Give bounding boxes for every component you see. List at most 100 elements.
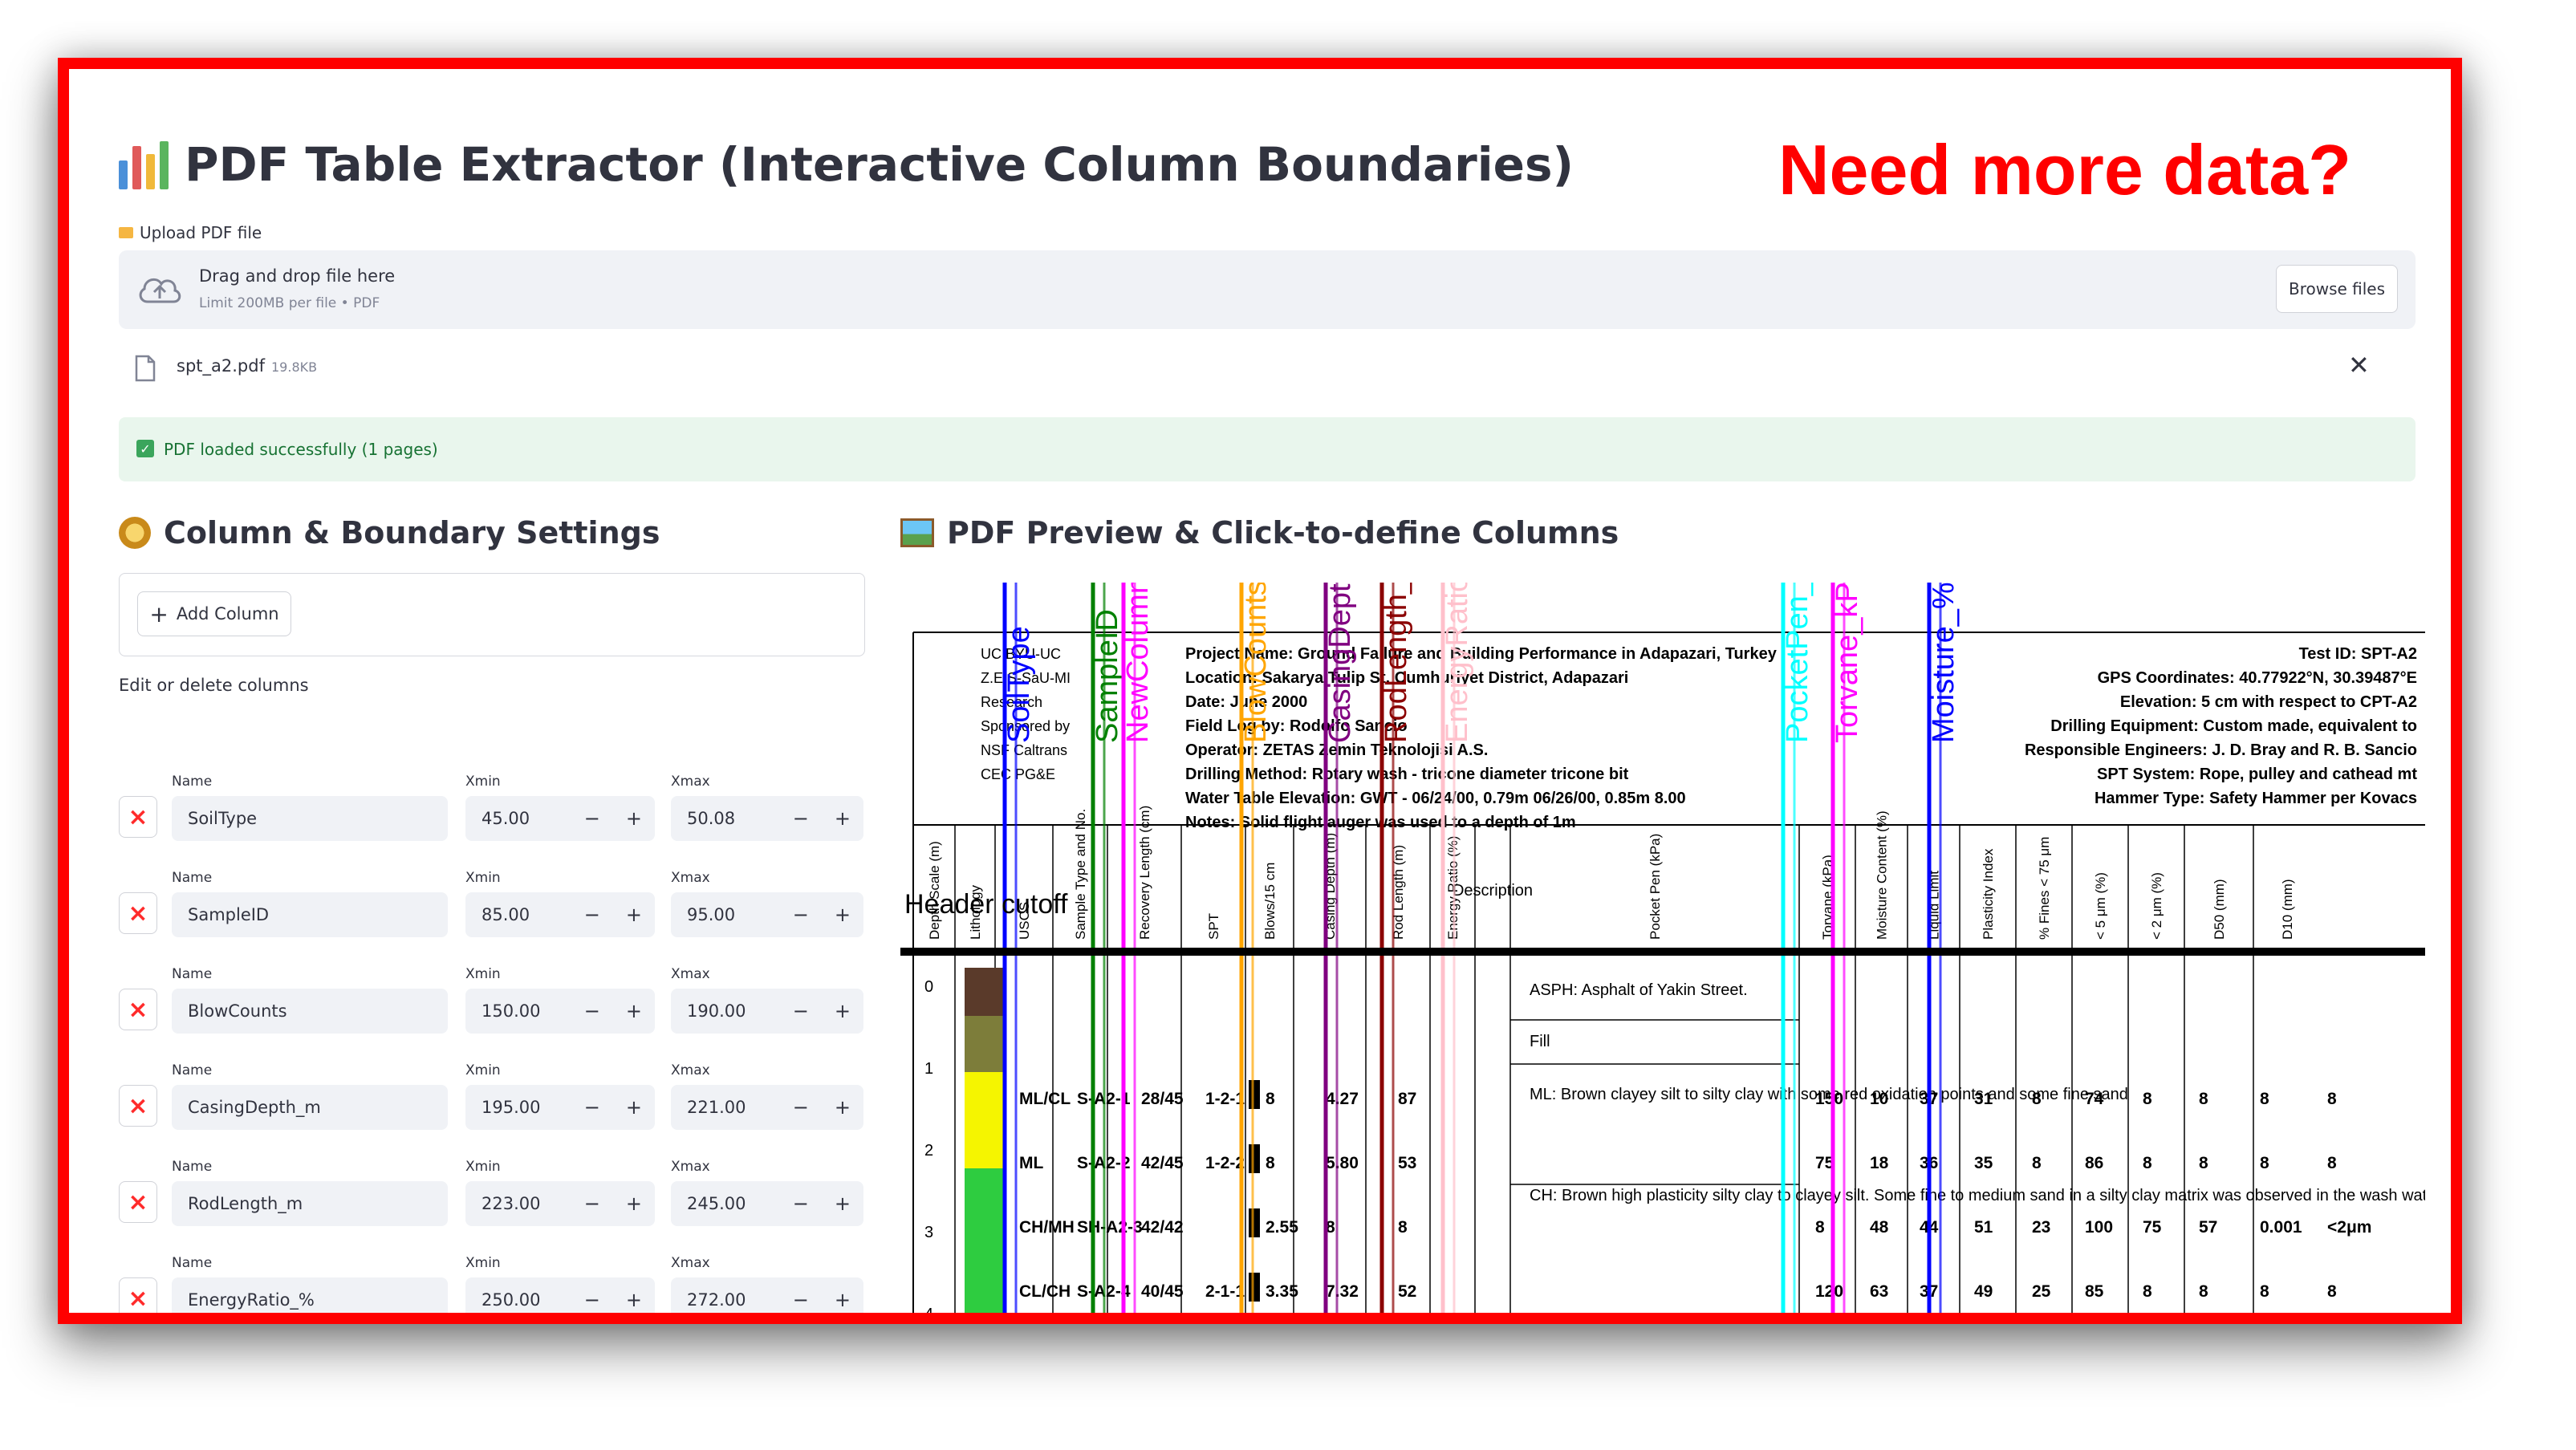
xmax-number-input[interactable]: 245.00 − +	[671, 1181, 863, 1226]
increment-button[interactable]: +	[835, 1289, 851, 1311]
pdf-header-left-text: NSF Caltrans	[981, 742, 1067, 758]
column-name-input[interactable]: RodLength_m	[172, 1181, 448, 1226]
decrement-button[interactable]: −	[584, 1000, 600, 1022]
increment-button[interactable]: +	[626, 1096, 642, 1119]
table-cell: 85	[2085, 1282, 2104, 1301]
increment-button[interactable]: +	[835, 1192, 851, 1215]
name-label: Name	[172, 870, 213, 886]
table-cell: 8	[2260, 1154, 2269, 1172]
file-dropzone[interactable]: Drag and drop file here Limit 200MB per …	[119, 250, 2416, 329]
xmax-value: 50.08	[687, 809, 736, 828]
decrement-button[interactable]: −	[584, 904, 600, 926]
table-cell: 52	[1398, 1282, 1416, 1301]
xmax-number-input[interactable]: 190.00 − +	[671, 989, 863, 1034]
column-name-input[interactable]: SampleID	[172, 892, 448, 937]
pdf-header-right-text: Responsible Engineers: J. D. Bray and R.…	[2025, 741, 2417, 759]
decrement-button[interactable]: −	[584, 1289, 600, 1311]
xmin-label: Xmin	[465, 870, 501, 886]
delete-column-button[interactable]: ×	[119, 892, 157, 934]
xmax-number-input[interactable]: 50.08 − +	[671, 796, 863, 841]
delete-column-button[interactable]: ×	[119, 989, 157, 1030]
pdf-header-right-text: SPT System: Rope, pulley and cathead mt	[2097, 766, 2417, 783]
table-cell: 8	[2199, 1154, 2208, 1172]
xmin-number-input[interactable]: 195.00 − +	[465, 1085, 655, 1130]
header-cutoff-line[interactable]	[900, 948, 2425, 956]
xmax-number-input[interactable]: 272.00 − +	[671, 1277, 863, 1313]
compass-icon	[119, 517, 151, 549]
xmin-number-input[interactable]: 223.00 − +	[465, 1181, 655, 1226]
xmax-number-input[interactable]: 221.00 − +	[671, 1085, 863, 1130]
table-header-cell: % Fines < 75 μm	[2037, 837, 2052, 940]
pdf-header-left-text: CEC PG&E	[981, 766, 1055, 782]
column-boundary-label: SampleID	[1091, 609, 1124, 743]
soil-description: ML: Brown clayey silt to silty clay with…	[1530, 1086, 2128, 1103]
decrement-button[interactable]: −	[584, 807, 600, 830]
close-icon: ×	[128, 1091, 148, 1120]
lithology-clay	[965, 1168, 1003, 1313]
decrement-button[interactable]: −	[584, 1192, 600, 1215]
xmin-value: 195.00	[481, 1098, 541, 1117]
decrement-button[interactable]: −	[793, 904, 809, 926]
increment-button[interactable]: +	[626, 1000, 642, 1022]
column-name-input[interactable]: EnergyRatio_%	[172, 1277, 448, 1313]
increment-button[interactable]: +	[626, 1289, 642, 1311]
cloud-upload-icon	[139, 278, 181, 303]
table-cell: 5.80	[1326, 1154, 1359, 1172]
increment-button[interactable]: +	[835, 1000, 851, 1022]
pdf-preview[interactable]: UC BYU-UC Z.E S-SaU-MI Research Sponsored b…	[900, 583, 2425, 1313]
pdf-header-right-text: Test ID: SPT-A2	[2299, 645, 2417, 663]
pdf-header-right-text: GPS Coordinates: 40.77922°N, 30.39487°E	[2098, 669, 2417, 687]
decrement-button[interactable]: −	[584, 1096, 600, 1119]
xmin-number-input[interactable]: 250.00 − +	[465, 1277, 655, 1313]
delete-column-button[interactable]: ×	[119, 1181, 157, 1223]
increment-button[interactable]: +	[835, 807, 851, 830]
xmax-number-input[interactable]: 95.00 − +	[671, 892, 863, 937]
increment-button[interactable]: +	[835, 904, 851, 926]
increment-button[interactable]: +	[626, 904, 642, 926]
upload-label-text: Upload PDF file	[140, 223, 262, 242]
column-name-input[interactable]: SoilType	[172, 796, 448, 841]
name-label: Name	[172, 966, 213, 982]
increment-button[interactable]: +	[835, 1096, 851, 1119]
xmin-number-input[interactable]: 85.00 − +	[465, 892, 655, 937]
table-cell: 4.27	[1326, 1090, 1359, 1108]
increment-button[interactable]: +	[626, 1192, 642, 1215]
delete-column-button[interactable]: ×	[119, 1085, 157, 1127]
table-header-cell: Description	[1453, 882, 1533, 900]
pdf-header-right-text: Hammer Type: Safety Hammer per Kovacs	[2095, 790, 2417, 807]
spt-sample-bar	[1249, 1080, 1260, 1109]
decrement-button[interactable]: −	[793, 807, 809, 830]
table-cell: 3.35	[1266, 1282, 1298, 1301]
decrement-button[interactable]: −	[793, 1096, 809, 1119]
decrement-button[interactable]: −	[793, 1000, 809, 1022]
add-column-button[interactable]: + Add Column	[137, 591, 291, 636]
table-cell: <2μm	[2327, 1218, 2371, 1237]
delete-column-button[interactable]: ×	[119, 796, 157, 838]
column-name-input[interactable]: CasingDepth_m	[172, 1085, 448, 1130]
browse-files-button[interactable]: Browse files	[2276, 265, 2398, 313]
depth-tick-label: 2	[924, 1142, 933, 1160]
upload-label: Upload PDF file	[119, 223, 262, 242]
table-cell: 40/45	[1141, 1282, 1184, 1301]
bar-chart-icon	[119, 140, 169, 189]
xmax-label: Xmax	[671, 1062, 710, 1078]
table-cell: 25	[2032, 1282, 2051, 1301]
close-icon[interactable]: ✕	[2348, 350, 2370, 380]
column-boundary-label: EnergyRatio_%	[1440, 583, 1474, 743]
increment-button[interactable]: +	[626, 807, 642, 830]
table-cell: ML/CL	[1019, 1090, 1071, 1108]
xmin-number-input[interactable]: 45.00 − +	[465, 796, 655, 841]
table-cell: 8	[2199, 1282, 2208, 1301]
table-cell: 8	[2260, 1090, 2269, 1108]
name-label: Name	[172, 1159, 213, 1175]
table-cell: ML	[1019, 1154, 1043, 1172]
xmin-label: Xmin	[465, 774, 501, 790]
xmax-label: Xmax	[671, 774, 710, 790]
table-header-cell: D10 (mm)	[2280, 879, 2295, 940]
column-boundary-label: CasingDepth_m	[1323, 583, 1357, 743]
decrement-button[interactable]: −	[793, 1192, 809, 1215]
column-name-input[interactable]: BlowCounts	[172, 989, 448, 1034]
delete-column-button[interactable]: ×	[119, 1277, 157, 1313]
decrement-button[interactable]: −	[793, 1289, 809, 1311]
xmin-number-input[interactable]: 150.00 − +	[465, 989, 655, 1034]
